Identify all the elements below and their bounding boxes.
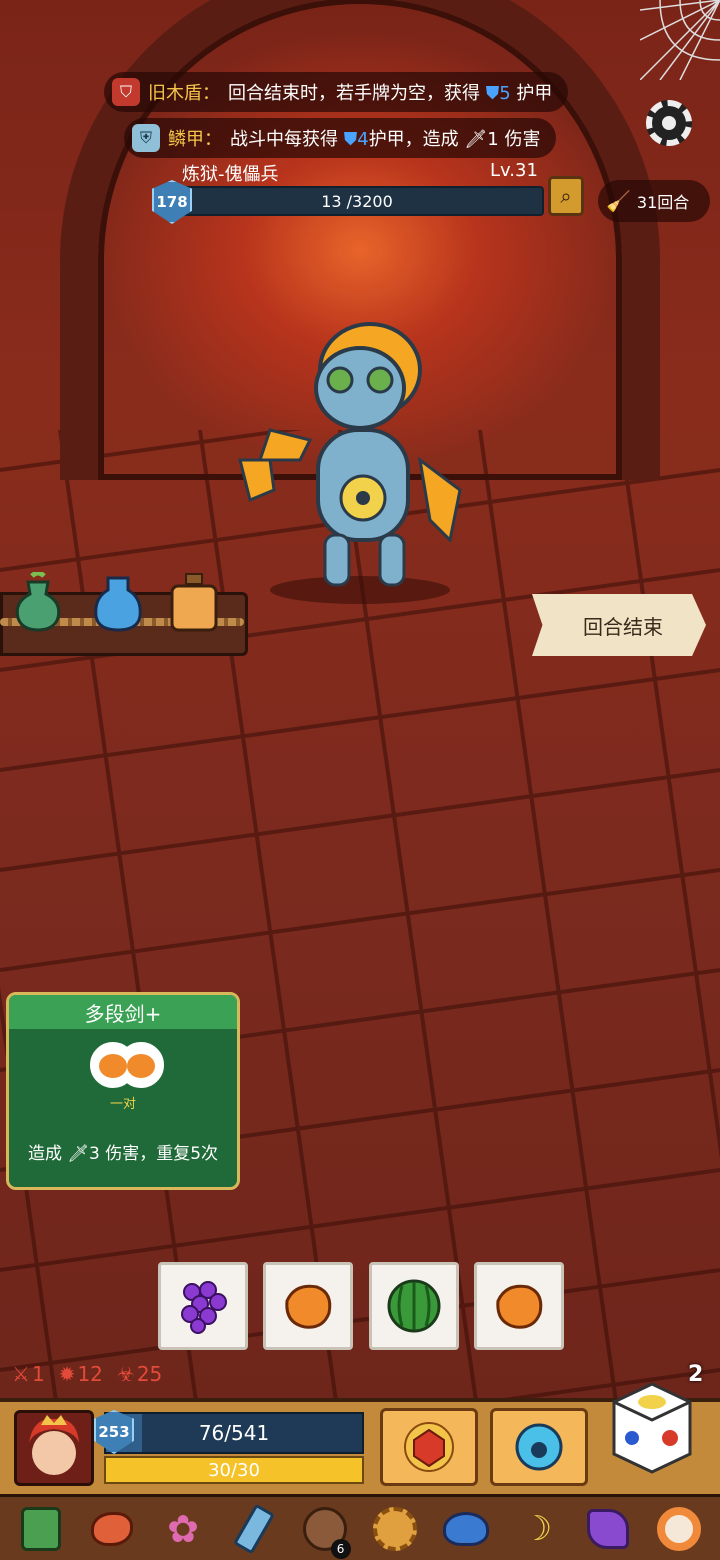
relic-pink-flower[interactable]: ✿ <box>155 1501 211 1557</box>
settings-gear-icon[interactable] <box>646 100 692 146</box>
attack-icon: ⚔ <box>12 1362 30 1386</box>
buff-desc: 回合结束时，若手牌为空，获得 ⛊5 护甲 <box>228 83 553 104</box>
skill-card[interactable]: 多段剑+ 一对 造成 🗡3 伤害，重复5次 <box>6 992 240 1190</box>
wood-shield-icon: ⛉ <box>112 78 140 106</box>
burst-stat: ✹ 12 <box>58 1362 103 1386</box>
buff-desc: 战斗中每获得 ⛊4护甲，造成 🗡1 伤害 <box>230 129 541 150</box>
green-potion-icon[interactable] <box>10 572 66 632</box>
skill-sun-die-button[interactable] <box>380 1408 478 1486</box>
relic-bar: ✿ 6 ☽ <box>0 1494 720 1560</box>
magnifier-icon: ⌕ <box>560 184 572 208</box>
enemy-hp-text: 13 /3200 <box>321 191 393 211</box>
ice-bottle-icon <box>232 1503 275 1554</box>
roll-dice-button[interactable] <box>610 1380 694 1476</box>
card-description: 造成 🗡3 伤害，重复5次 <box>27 1144 219 1164</box>
gear-center <box>662 116 676 130</box>
hero-hp-bar: 76/541 <box>104 1412 364 1454</box>
relic-lion-head[interactable] <box>367 1501 423 1557</box>
blue-skull-icon <box>515 1423 563 1471</box>
card-title: 多段剑+ <box>9 995 237 1029</box>
sword-icon: 🗡 <box>67 1144 89 1164</box>
watermelon-icon <box>387 1279 441 1333</box>
blue-slime-icon <box>443 1511 490 1546</box>
sword-icon: 🗡 <box>464 129 488 150</box>
relic-count-badge: 6 <box>330 1538 351 1559</box>
shield-icon: ⛊ <box>343 129 358 150</box>
orange-potion-icon[interactable] <box>166 572 222 632</box>
buff-name: 旧木盾： <box>148 83 220 104</box>
round-text: 31回合 <box>636 193 690 212</box>
buff-name: 鳞甲： <box>168 129 222 150</box>
dice-slot-orange-2[interactable] <box>474 1262 564 1350</box>
meat-leg-icon <box>91 1511 134 1546</box>
scale-armor-icon: ⛨ <box>132 124 160 152</box>
enemy-name: 炼狱-傀儡兵 <box>182 164 279 185</box>
enemy-level: Lv.31 <box>490 160 538 181</box>
end-turn-button[interactable]: 回合结束 <box>532 594 706 656</box>
grape-icon <box>181 1281 227 1334</box>
relic-button[interactable]: 6 <box>297 1501 353 1559</box>
attack-stat: ⚔ 1 <box>12 1362 45 1386</box>
round-counter: 🧹 31回合 <box>598 180 710 222</box>
relic-green-cloth[interactable] <box>13 1501 69 1557</box>
relic-purple-scarf[interactable] <box>580 1501 636 1557</box>
relic-banana[interactable]: ☽ <box>509 1501 565 1557</box>
hero-hp-text: 76/541 <box>198 1421 270 1445</box>
relic-donut[interactable] <box>651 1501 707 1557</box>
relic-meat-leg[interactable] <box>84 1501 140 1557</box>
dice-slot-orange[interactable] <box>263 1262 353 1350</box>
orange-fruit-icon <box>285 1284 332 1329</box>
lion-head-icon <box>373 1506 418 1551</box>
buff-row-wood-shield: ⛉ 旧木盾： 回合结束时，若手牌为空，获得 ⛊5 护甲 <box>104 72 569 112</box>
spider-web-icon <box>640 0 720 80</box>
orange-fruit-icon <box>496 1284 543 1329</box>
relic-blue-slime[interactable] <box>438 1501 494 1557</box>
avatar <box>29 1415 79 1475</box>
enemy-puppet-soldier[interactable] <box>230 310 490 610</box>
pink-flower-icon: ✿ <box>167 1506 199 1551</box>
dice-slot-grape[interactable] <box>158 1262 248 1350</box>
pair-requirement-icon <box>90 1042 164 1088</box>
donut-icon <box>656 1506 701 1551</box>
burst-icon: ✹ <box>58 1362 76 1386</box>
card-tag: 一对 <box>109 1097 136 1112</box>
buff-row-scale-armor: ⛨ 鳞甲： 战斗中每获得 ⛊4护甲，造成 🗡1 伤害 <box>124 118 557 158</box>
curse-icon: ☣ <box>116 1362 135 1386</box>
blue-potion-icon[interactable] <box>90 572 146 632</box>
hero-portrait[interactable] <box>14 1410 94 1486</box>
status-effects: ⚔ 1 ✹ 12 ☣ 25 <box>12 1362 162 1386</box>
shield-icon: ⛊ <box>485 83 500 104</box>
inspect-enemy-button[interactable]: ⌕ <box>548 176 584 216</box>
dice-slot-watermelon[interactable] <box>369 1262 459 1350</box>
battle-background <box>0 0 720 1560</box>
banana-icon: ☽ <box>521 1508 553 1549</box>
skill-blue-skull-button[interactable] <box>490 1408 588 1486</box>
sun-die-icon <box>404 1422 454 1472</box>
enemy-hp-bar: 13 /3200 <box>170 186 544 216</box>
curse-stat: ☣ 25 <box>116 1362 163 1386</box>
broom-icon: 🧹 <box>606 189 631 213</box>
green-cloth-icon <box>21 1506 62 1551</box>
hero-energy-bar: 30/30 <box>104 1456 364 1484</box>
purple-scarf-icon <box>586 1508 629 1549</box>
relic-ice-bottle[interactable] <box>226 1501 282 1557</box>
